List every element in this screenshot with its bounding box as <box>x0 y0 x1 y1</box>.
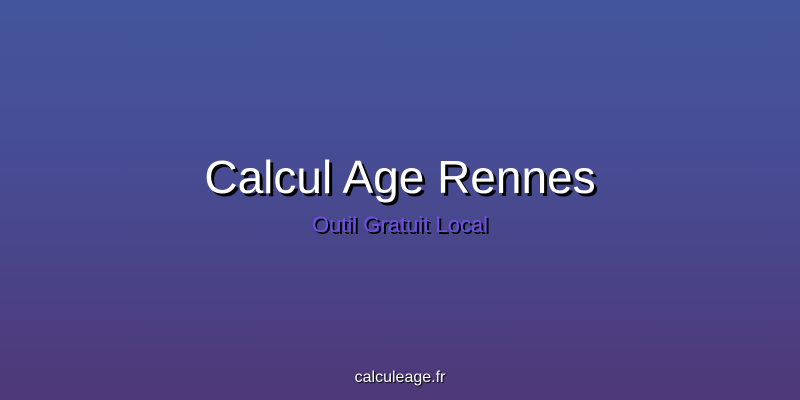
page-title: Calcul Age Rennes <box>204 151 596 203</box>
page-subtitle: Outil Gratuit Local <box>311 212 489 237</box>
site-domain: calculeage.fr <box>354 369 446 386</box>
banner: Calcul Age Rennes Outil Gratuit Local ca… <box>0 0 800 400</box>
